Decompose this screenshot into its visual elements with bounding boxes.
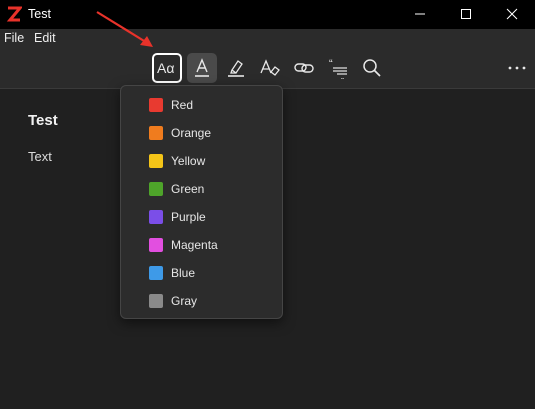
svg-text:Aα: Aα <box>157 60 174 76</box>
color-option-magenta[interactable]: Magenta <box>122 232 281 260</box>
link-icon <box>294 63 314 73</box>
toolbar: Aα “ „ <box>0 48 535 89</box>
annotation-arrow-icon <box>96 11 153 47</box>
color-option-label: Purple <box>171 210 206 224</box>
color-option-blue[interactable]: Blue <box>122 260 281 288</box>
text-color-icon <box>195 58 209 77</box>
menu-edit[interactable]: Edit <box>34 31 56 45</box>
magenta-swatch <box>149 238 163 252</box>
text-style-icon: Aα <box>157 60 174 76</box>
svg-text:„: „ <box>341 71 344 79</box>
gray-swatch <box>149 294 163 308</box>
color-option-orange[interactable]: Orange <box>122 120 281 148</box>
svg-text:“: “ <box>329 58 333 70</box>
close-button[interactable] <box>489 0 535 29</box>
color-option-green[interactable]: Green <box>122 176 281 204</box>
color-option-label: Orange <box>171 126 212 140</box>
yellow-swatch <box>149 154 163 168</box>
note-heading[interactable]: Test <box>28 112 58 129</box>
green-swatch <box>149 182 163 196</box>
text-style-button[interactable]: Aα <box>152 53 182 83</box>
color-option-label: Blue <box>171 266 196 280</box>
maximize-icon <box>461 9 471 19</box>
note-body-text[interactable]: Text <box>28 149 52 164</box>
search-icon <box>363 59 381 77</box>
minimize-button[interactable] <box>397 0 443 29</box>
color-option-purple[interactable]: Purple <box>122 204 281 232</box>
orange-swatch <box>149 126 163 140</box>
citation-icon: “ „ <box>329 58 347 79</box>
color-option-label: Gray <box>171 294 198 308</box>
color-option-red[interactable]: Red <box>122 92 281 120</box>
menu-bar: File Edit <box>0 29 535 48</box>
clear-formatting-button[interactable] <box>255 53 285 83</box>
minimize-icon <box>415 13 425 15</box>
color-option-label: Magenta <box>171 238 218 252</box>
app-logo-icon <box>6 6 22 22</box>
text-color-button[interactable] <box>187 53 217 83</box>
maximize-button[interactable] <box>443 0 489 29</box>
color-option-label: Green <box>171 182 205 196</box>
blue-swatch <box>149 266 163 280</box>
color-option-gray[interactable]: Gray <box>122 288 281 316</box>
more-icon <box>508 66 526 70</box>
clear-formatting-icon <box>260 59 280 76</box>
more-options-button[interactable] <box>502 53 532 83</box>
color-option-label: Yellow <box>171 154 206 168</box>
close-icon <box>506 8 518 20</box>
text-color-dropdown: Red Orange Yellow Green Purple Magenta B… <box>120 85 283 319</box>
color-option-yellow[interactable]: Yellow <box>122 148 281 176</box>
link-button[interactable] <box>289 53 319 83</box>
highlight-button[interactable] <box>221 53 251 83</box>
color-option-label: Red <box>171 98 194 112</box>
menu-file[interactable]: File <box>4 31 24 45</box>
search-button[interactable] <box>357 53 387 83</box>
red-swatch <box>149 98 163 112</box>
window-title: Test <box>28 7 51 21</box>
citation-button[interactable]: “ „ <box>323 53 353 83</box>
highlight-icon <box>228 60 244 77</box>
title-bar: Test <box>0 0 535 29</box>
purple-swatch <box>149 210 163 224</box>
